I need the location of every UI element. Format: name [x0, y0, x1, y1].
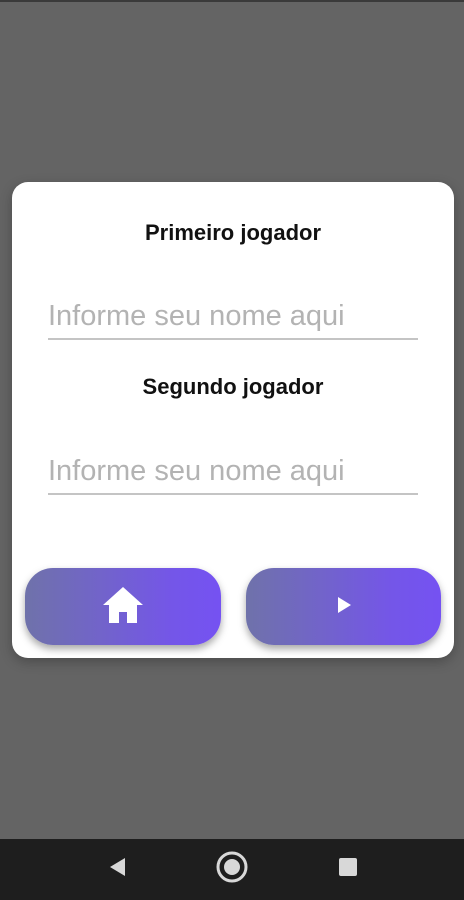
nav-home-button[interactable]	[210, 839, 254, 900]
system-navigation-bar	[0, 839, 464, 900]
first-player-name-input[interactable]	[48, 294, 418, 340]
second-player-label: Segundo jogador	[142, 374, 324, 399]
player-names-dialog: Primeiro jogador Segundo jogador	[12, 182, 454, 658]
home-circle-icon	[215, 850, 249, 889]
nav-recents-button[interactable]	[326, 839, 370, 900]
back-triangle-icon	[107, 856, 129, 883]
first-player-label: Primeiro jogador	[144, 220, 322, 245]
play-button[interactable]	[246, 568, 441, 645]
nav-back-button[interactable]	[96, 839, 140, 900]
recents-square-icon	[337, 856, 359, 883]
status-bar	[0, 0, 464, 2]
second-player-name-input[interactable]	[48, 449, 418, 495]
home-button[interactable]	[25, 568, 221, 645]
home-icon	[101, 585, 145, 628]
play-icon	[336, 596, 352, 617]
